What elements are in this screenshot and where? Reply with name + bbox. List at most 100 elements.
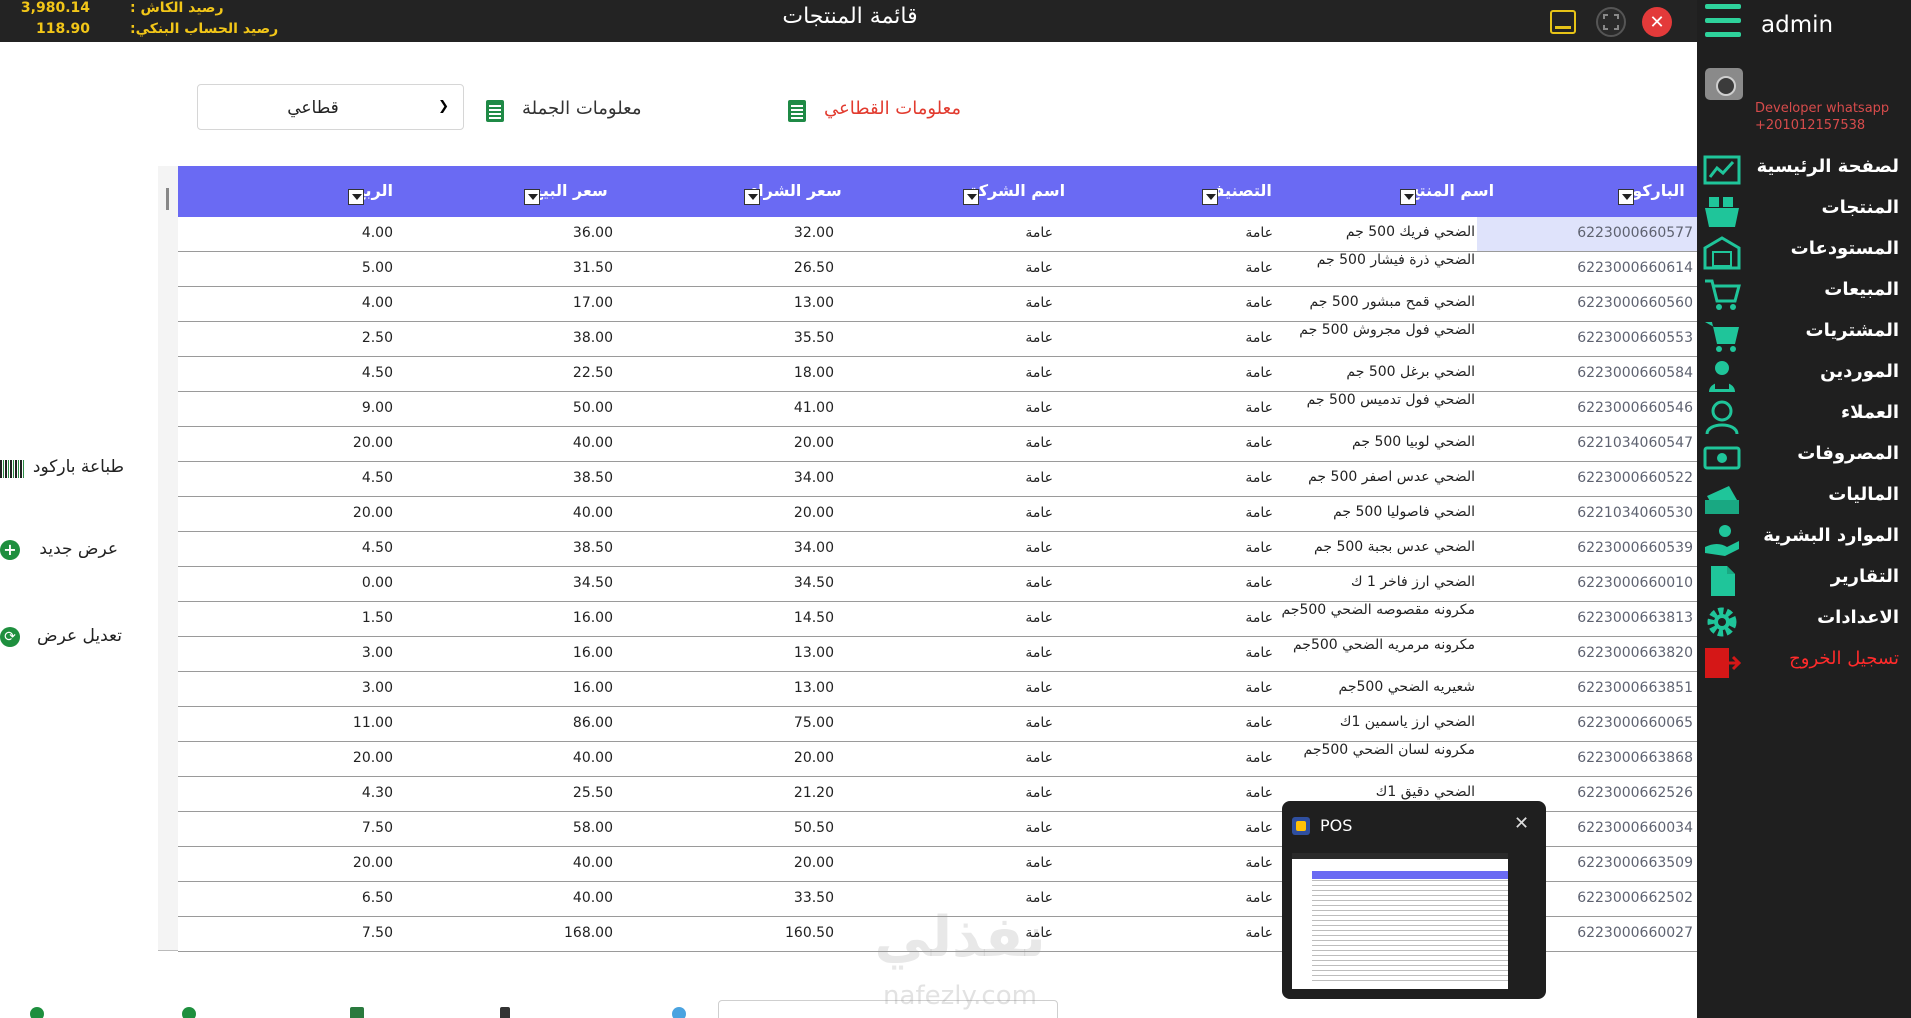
cell-buy-price[interactable]: 20.00	[794, 750, 834, 766]
table-row[interactable]: 6223000660522 4.50 38.50 34.00 عامة عامة الضحي…	[178, 462, 1697, 497]
cell-company[interactable]: عامة	[1025, 715, 1053, 731]
table-row[interactable]: 6223000660584 4.50 22.50 18.00 عامة عامة الضحي…	[178, 357, 1697, 392]
cell-barcode[interactable]: 6223000660614	[1477, 252, 1697, 286]
cell-company[interactable]: عامة	[1025, 855, 1053, 871]
cell-profit[interactable]: 4.50	[362, 470, 393, 486]
cell-profit[interactable]: 3.00	[362, 680, 393, 696]
cell-sell-price[interactable]: 40.00	[573, 435, 613, 451]
cell-category[interactable]: عامة	[1245, 610, 1273, 626]
cell-profit[interactable]: 4.00	[362, 225, 393, 241]
hamburger-menu-icon[interactable]	[1705, 4, 1741, 40]
cell-company[interactable]: عامة	[1025, 435, 1053, 451]
header-category[interactable]: التصنيف	[1202, 181, 1272, 207]
cell-category[interactable]: عامة	[1245, 820, 1273, 836]
cell-company[interactable]: عامة	[1025, 295, 1053, 311]
cell-barcode[interactable]: 6223000660522	[1477, 462, 1697, 496]
cell-buy-price[interactable]: 13.00	[794, 645, 834, 661]
cell-buy-price[interactable]: 50.50	[794, 820, 834, 836]
sidebar-item-home[interactable]: لصفحة الرئيسية	[1697, 150, 1911, 191]
table-row[interactable]: 6223000660553 2.50 38.00 35.50 عامة عامة الضحي…	[178, 322, 1697, 357]
cell-sell-price[interactable]: 168.00	[564, 925, 613, 941]
cell-sell-price[interactable]: 31.50	[573, 260, 613, 276]
cell-company[interactable]: عامة	[1025, 575, 1053, 591]
cell-barcode[interactable]: 6223000660010	[1477, 567, 1697, 601]
header-sell-price[interactable]: سعر البيع	[524, 181, 608, 207]
cell-profit[interactable]: 0.00	[362, 575, 393, 591]
cell-sell-price[interactable]: 17.00	[573, 295, 613, 311]
table-row[interactable]: 6221034060547 20.00 40.00 20.00 عامة عامة الضح…	[178, 427, 1697, 462]
filter-dropdown-icon[interactable]	[744, 189, 760, 205]
table-row[interactable]: 6223000660010 0.00 34.50 34.50 عامة عامة الضحي…	[178, 567, 1697, 602]
cell-category[interactable]: عامة	[1245, 505, 1273, 521]
cell-buy-price[interactable]: 41.00	[794, 400, 834, 416]
cell-category[interactable]: عامة	[1245, 365, 1273, 381]
close-button[interactable]: ✕	[1642, 7, 1672, 37]
cell-category[interactable]: عامة	[1245, 575, 1273, 591]
cell-category[interactable]: عامة	[1245, 225, 1273, 241]
table-row[interactable]: 6223000663868 20.00 40.00 20.00 عامة عامة مكرو…	[178, 742, 1697, 777]
cell-buy-price[interactable]: 35.50	[794, 330, 834, 346]
cell-profit[interactable]: 5.00	[362, 260, 393, 276]
cell-sell-price[interactable]: 16.00	[573, 680, 613, 696]
cell-profit[interactable]: 20.00	[353, 750, 393, 766]
filter-dropdown-icon[interactable]	[963, 189, 979, 205]
cell-company[interactable]: عامة	[1025, 400, 1053, 416]
taskbar-preview[interactable]: POS ✕	[1282, 801, 1546, 999]
cell-buy-price[interactable]: 21.20	[794, 785, 834, 801]
cell-category[interactable]: عامة	[1245, 260, 1273, 276]
cell-category[interactable]: عامة	[1245, 715, 1273, 731]
cell-company[interactable]: عامة	[1025, 925, 1053, 941]
cell-barcode[interactable]: 6223000663868	[1477, 742, 1697, 776]
cell-buy-price[interactable]: 33.50	[794, 890, 834, 906]
tab-retail-info[interactable]: معلومات القطاعي	[786, 98, 986, 128]
cell-profit[interactable]: 3.00	[362, 645, 393, 661]
cell-profit[interactable]: 4.00	[362, 295, 393, 311]
cell-company[interactable]: عامة	[1025, 540, 1053, 556]
cell-category[interactable]: عامة	[1245, 645, 1273, 661]
cell-company[interactable]: عامة	[1025, 645, 1053, 661]
header-company[interactable]: اسم الشركة	[963, 181, 1065, 207]
cell-category[interactable]: عامة	[1245, 890, 1273, 906]
cell-sell-price[interactable]: 38.00	[573, 330, 613, 346]
sidebar-item-suppliers[interactable]: الموردين	[1697, 355, 1911, 396]
cell-company[interactable]: عامة	[1025, 330, 1053, 346]
cell-buy-price[interactable]: 26.50	[794, 260, 834, 276]
filter-dropdown-icon[interactable]	[1618, 189, 1634, 205]
cell-company[interactable]: عامة	[1025, 680, 1053, 696]
cell-profit[interactable]: 2.50	[362, 330, 393, 346]
cell-sell-price[interactable]: 16.00	[573, 610, 613, 626]
cell-barcode[interactable]: 6223000660577	[1477, 217, 1697, 251]
cell-buy-price[interactable]: 14.50	[794, 610, 834, 626]
cell-category[interactable]: عامة	[1245, 400, 1273, 416]
cell-sell-price[interactable]: 22.50	[573, 365, 613, 381]
cell-category[interactable]: عامة	[1245, 855, 1273, 871]
cell-barcode[interactable]: 6223000660553	[1477, 322, 1697, 356]
cell-company[interactable]: عامة	[1025, 610, 1053, 626]
cell-barcode[interactable]: 6223000660539	[1477, 532, 1697, 566]
cell-company[interactable]: عامة	[1025, 470, 1053, 486]
sidebar-item-hr[interactable]: الموارد البشرية	[1697, 519, 1911, 560]
cell-sell-price[interactable]: 40.00	[573, 855, 613, 871]
cell-buy-price[interactable]: 20.00	[794, 855, 834, 871]
cell-company[interactable]: عامة	[1025, 750, 1053, 766]
sidebar-item-logout[interactable]: تسجيل الخروج	[1697, 642, 1911, 683]
cell-company[interactable]: عامة	[1025, 225, 1053, 241]
new-offer-button[interactable]: + عرض جديد	[0, 534, 140, 564]
cell-barcode[interactable]: 6223000663851	[1477, 672, 1697, 706]
doc-icon[interactable]	[500, 1007, 510, 1018]
sidebar-item-customers[interactable]: العملاء	[1697, 396, 1911, 437]
cell-sell-price[interactable]: 25.50	[573, 785, 613, 801]
cell-profit[interactable]: 4.50	[362, 540, 393, 556]
sidebar-item-expenses[interactable]: المصروفات	[1697, 437, 1911, 478]
filter-dropdown-icon[interactable]	[1202, 189, 1218, 205]
filter-dropdown-icon[interactable]	[524, 189, 540, 205]
cell-buy-price[interactable]: 75.00	[794, 715, 834, 731]
cell-product-name[interactable]: الضحي فول تدميس 500 جم	[1275, 393, 1475, 426]
cell-profit[interactable]: 6.50	[362, 890, 393, 906]
cell-buy-price[interactable]: 13.00	[794, 680, 834, 696]
cell-barcode[interactable]: 6221034060547	[1477, 427, 1697, 461]
table-row[interactable]: 6223000660614 5.00 31.50 26.50 عامة عامة الضحي…	[178, 252, 1697, 287]
close-icon[interactable]: ✕	[1514, 813, 1529, 834]
price-type-select[interactable]: قطاعي ❯	[197, 84, 464, 130]
table-row[interactable]: 6223000660065 11.00 86.00 75.00 عامة عامة الضح…	[178, 707, 1697, 742]
